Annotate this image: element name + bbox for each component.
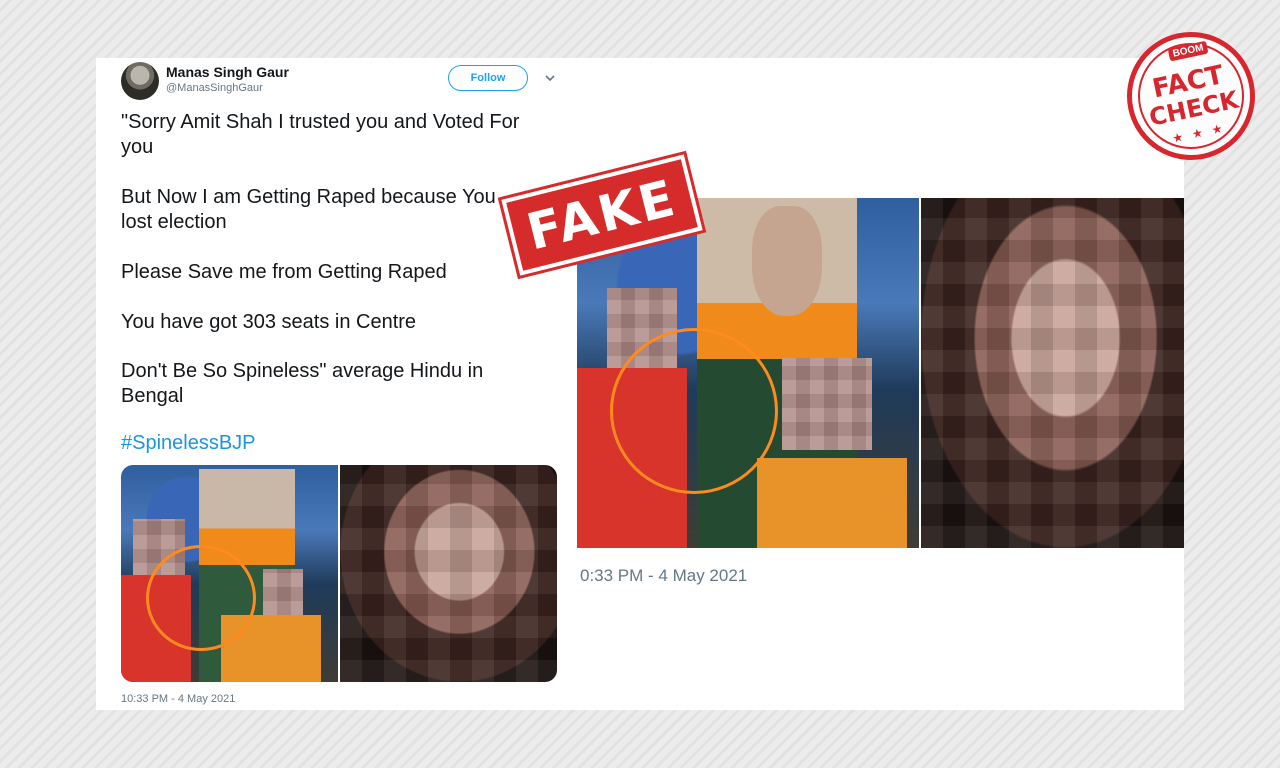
avatar[interactable]: [121, 62, 159, 100]
tweet-text-line: "Sorry Amit Shah I trusted you and Voted…: [121, 111, 520, 133]
author-handle[interactable]: @ManasSinghGaur: [166, 82, 263, 94]
large-photo-right: [921, 198, 1184, 548]
tweet-text-line: You have got 303 seats in Centre: [121, 311, 417, 333]
tweet-text-line: Please Save me from Getting Raped: [121, 261, 447, 283]
tweet-photo-right[interactable]: [340, 465, 557, 682]
blurred-face: [263, 569, 303, 615]
tweet-text-line: Bengal: [121, 385, 184, 407]
follow-button[interactable]: Follow: [448, 65, 528, 91]
large-photo-left: [577, 198, 919, 548]
pixelated-image: [921, 198, 1184, 548]
author-name[interactable]: Manas Singh Gaur: [166, 64, 289, 80]
chevron-down-icon[interactable]: [543, 71, 557, 85]
tweet-text-line: lost election: [121, 211, 227, 233]
large-timestamp: 0:33 PM - 4 May 2021: [580, 566, 748, 585]
tweet-text-line: Don't Be So Spineless" average Hindu in: [121, 360, 484, 382]
tweet-timestamp[interactable]: 10:33 PM - 4 May 2021: [121, 693, 235, 705]
photo-figure: [757, 458, 907, 548]
highlight-circle: [146, 545, 256, 651]
hashtag-link[interactable]: #SpinelessBJP: [121, 432, 256, 455]
blurred-face: [782, 358, 872, 450]
photo-figure: [752, 206, 822, 316]
highlight-circle: [610, 328, 778, 494]
tweet-text-line: you: [121, 136, 154, 158]
tweet-photo-left[interactable]: [121, 465, 338, 682]
pixelated-image: [340, 465, 557, 682]
tweet-text-line: But Now I am Getting Raped because You: [121, 186, 496, 208]
